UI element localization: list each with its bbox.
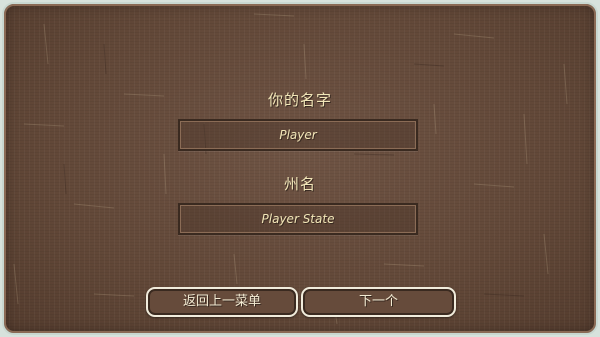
- panel-texture: [13, 13, 568, 325]
- back-button[interactable]: 返回上一菜单: [146, 287, 298, 317]
- name-label: 你的名字: [267, 91, 332, 109]
- next-button[interactable]: 下一个: [301, 287, 456, 317]
- state-label: 州名: [283, 175, 316, 193]
- state-input[interactable]: [178, 203, 418, 235]
- name-entry-panel: [2, 2, 598, 335]
- name-input[interactable]: [178, 119, 418, 151]
